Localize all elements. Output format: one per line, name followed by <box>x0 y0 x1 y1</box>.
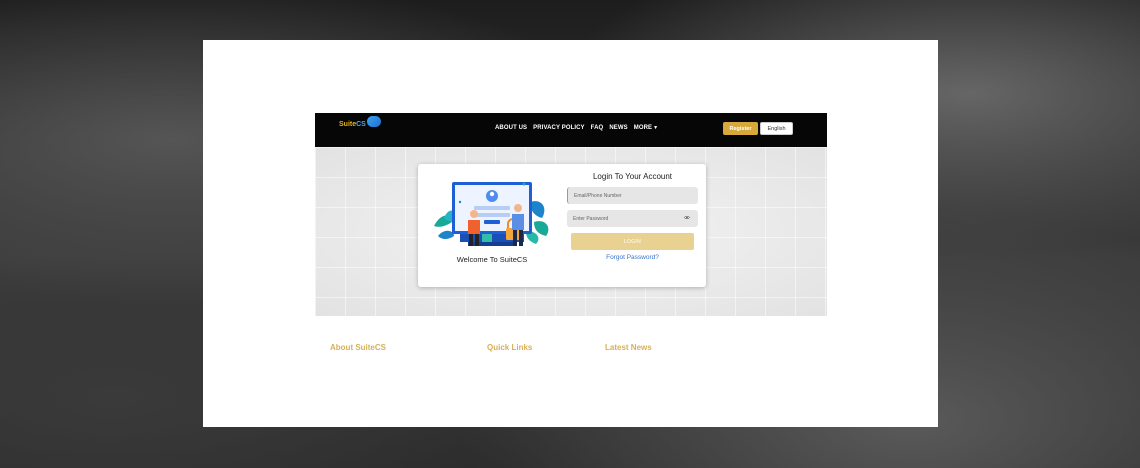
suitecs-logo[interactable]: Suite CS <box>339 116 381 128</box>
nav-privacy-policy[interactable]: PRIVACY POLICY <box>533 125 585 131</box>
login-form: Login To Your Account Email/Phone Number… <box>567 172 698 261</box>
logo-text-accent: CS <box>356 121 366 128</box>
footer-latest-news-heading: Latest News <box>605 343 652 352</box>
website: Suite CS ABOUT US PRIVACY POLICY FAQ NEWS… <box>315 113 827 316</box>
login-illustration-icon <box>434 182 549 246</box>
footer-about-heading: About SuiteCS <box>330 343 386 352</box>
nav-more[interactable]: MORE▼ <box>634 125 658 131</box>
email-field[interactable]: Email/Phone Number <box>567 187 698 204</box>
cloud-icon <box>366 116 381 127</box>
login-button[interactable]: LOGIN <box>571 233 694 250</box>
email-placeholder: Email/Phone Number <box>574 192 622 199</box>
caret-down-icon: ▼ <box>653 125 659 131</box>
eye-icon[interactable] <box>684 215 690 220</box>
logo-text: Suite <box>339 121 357 128</box>
navbar: Suite CS ABOUT US PRIVACY POLICY FAQ NEWS… <box>315 113 827 147</box>
welcome-text: Welcome To SuiteCS <box>456 255 528 264</box>
nav-more-label: MORE <box>633 125 653 131</box>
password-placeholder: Enter Password <box>573 215 609 222</box>
nav-faq[interactable]: FAQ <box>591 125 604 131</box>
language-button[interactable]: English <box>760 122 793 135</box>
nav-about-us[interactable]: ABOUT US <box>495 125 527 131</box>
forgot-password-link[interactable]: Forgot Password? <box>567 254 698 261</box>
footer-quick-links-heading: Quick Links <box>487 343 533 352</box>
login-title: Login To Your Account <box>592 172 673 181</box>
nav-links: ABOUT US PRIVACY POLICY FAQ NEWS MORE▼ <box>495 125 658 131</box>
nav-news[interactable]: NEWS <box>609 125 627 131</box>
register-button[interactable]: Register <box>723 122 758 135</box>
screenshot-frame: Suite CS ABOUT US PRIVACY POLICY FAQ NEWS… <box>203 40 938 427</box>
footer: About SuiteCS Quick Links Latest News <box>330 343 652 352</box>
password-field[interactable]: Enter Password <box>567 210 698 227</box>
login-card: Welcome To SuiteCS Login To Your Account… <box>418 164 706 287</box>
hero-section: Welcome To SuiteCS Login To Your Account… <box>315 147 827 316</box>
